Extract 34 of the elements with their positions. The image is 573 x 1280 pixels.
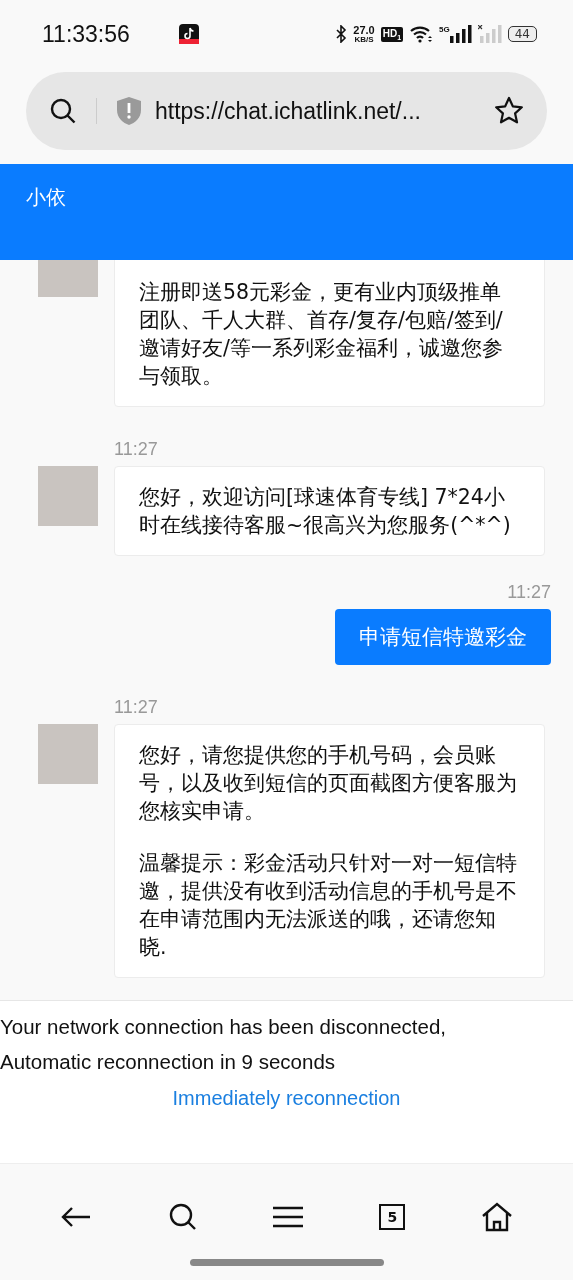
- message-text: 您好，请您提供您的手机号码，会员账号，以及收到短信的页面截图方便客服为您核实申请。: [139, 742, 518, 825]
- address-bar[interactable]: https://chat.ichatlink.net/...: [26, 72, 547, 150]
- chat-title: 小依: [26, 184, 66, 211]
- avatar-photo-placeholder: [38, 466, 98, 526]
- battery-indicator: 44: [507, 26, 537, 42]
- app-notification-icon: [177, 23, 200, 45]
- avatar-photo-placeholder: [38, 724, 98, 784]
- message-text: 您好，欢迎访问[球速体育专线] 7*24小时在线接待客服~很高兴为您服务(^*^): [139, 484, 512, 539]
- network-type-label: 5G: [439, 25, 450, 34]
- disconnect-message: Automatic reconnection in 9 seconds: [0, 1049, 336, 1075]
- status-time: 11:33:56: [42, 20, 130, 48]
- message-text: 申请短信特邀彩金: [359, 624, 527, 651]
- network-speed-value: 27.0: [353, 24, 375, 36]
- reconnect-link[interactable]: Immediately reconnection: [172, 1087, 401, 1110]
- message-text: 温馨提示：彩金活动只针对一对一短信特邀，提供没有收到活动信息的手机号是不在申请范围内无法派送的哦，还请您知晓.: [139, 850, 518, 961]
- url-text[interactable]: https://chat.ichatlink.net/...: [155, 97, 481, 125]
- warning-shield-icon[interactable]: [115, 96, 143, 126]
- message-time: 11:27: [114, 697, 159, 718]
- home-icon[interactable]: [481, 1201, 514, 1232]
- no-signal-icon: [477, 25, 502, 43]
- hd-voice-badge: HD$_{1}$: [380, 26, 404, 42]
- message-text: 注册即送58元彩金，更有业内顶级推单团队、千人大群、首存/复存/包赔/签到/邀请好友/等一系列彩金福利，诚邀您参与领取。: [139, 279, 504, 390]
- wifi-icon: [409, 25, 434, 43]
- tab-count-button[interactable]: 5: [379, 1203, 406, 1230]
- message-time: 11:27: [507, 582, 551, 603]
- back-arrow-icon[interactable]: [59, 1204, 92, 1229]
- disconnect-message: Your network connection has been disconnected,: [0, 1014, 446, 1040]
- signal-icon: [449, 25, 472, 43]
- search-icon[interactable]: [167, 1201, 198, 1232]
- menu-icon[interactable]: [273, 1205, 304, 1228]
- network-speed-unit: KB/S: [354, 35, 374, 44]
- search-icon[interactable]: [48, 96, 78, 126]
- bluetooth-icon: [335, 25, 348, 43]
- message-time: 11:27: [114, 439, 159, 460]
